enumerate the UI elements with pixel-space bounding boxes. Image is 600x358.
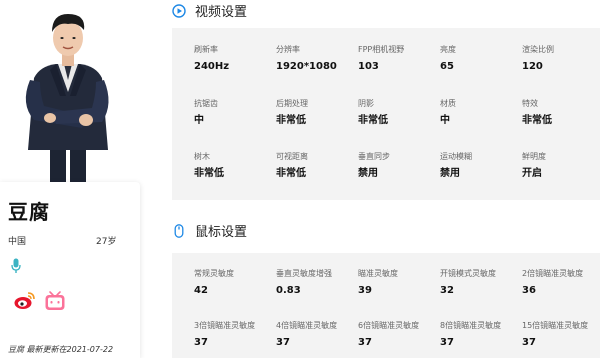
setting-value: 非常低 <box>276 168 306 179</box>
player-name: 豆腐 <box>8 200 50 224</box>
setting-label: 抗锯齿 <box>194 99 218 108</box>
setting-value: 37 <box>276 337 290 348</box>
setting-label: 8倍镜瞄准灵敏度 <box>440 321 502 330</box>
setting-label: 常规灵敏度 <box>194 269 234 278</box>
setting-label: 开镜模式灵敏度 <box>440 269 496 278</box>
player-age: 27岁 <box>96 237 117 247</box>
setting-value: 39 <box>358 285 372 296</box>
video-setting-item: 鲜明度 开启 <box>522 152 546 180</box>
mouse-setting-item: 2倍镜瞄准灵敏度 36 <box>522 269 583 297</box>
video-setting-item: 运动模糊 禁用 <box>440 152 472 180</box>
mouse-setting-item: 常规灵敏度 42 <box>194 269 234 297</box>
setting-value: 开启 <box>522 168 542 179</box>
setting-label: 6倍镜瞄准灵敏度 <box>358 321 420 330</box>
setting-label: 阴影 <box>358 99 374 108</box>
profile-card: 豆腐 中国 27岁 豆腐 最新更新在2021-07-22 <box>0 182 140 358</box>
video-setting-item: 分辨率 1920*1080 <box>276 45 337 73</box>
player-photo <box>0 0 140 186</box>
mouse-setting-item: 8倍镜瞄准灵敏度 37 <box>440 321 501 349</box>
video-setting-item: 渲染比例 120 <box>522 45 554 73</box>
setting-value: 1920*1080 <box>276 61 337 72</box>
bilibili-icon[interactable] <box>44 290 66 312</box>
mouse-setting-item: 瞄准灵敏度 39 <box>358 269 398 297</box>
setting-value: 非常低 <box>522 115 552 126</box>
setting-label: 15倍镜瞄准灵敏度 <box>522 321 589 330</box>
setting-value: 103 <box>358 61 379 72</box>
setting-label: 垂直同步 <box>358 152 390 161</box>
video-setting-item: 材质中 <box>440 99 456 127</box>
setting-value: 37 <box>358 337 372 348</box>
setting-value: 0.83 <box>276 285 301 296</box>
video-settings-title: 视频设置 <box>195 5 248 20</box>
video-setting-item: 垂直同步 禁用 <box>358 152 390 180</box>
setting-label: FPP相机视野 <box>358 45 405 54</box>
mouse-settings-title: 鼠标设置 <box>195 225 248 240</box>
setting-label: 渲染比例 <box>522 45 554 54</box>
setting-value: 32 <box>440 285 454 296</box>
mouse-setting-item: 开镜模式灵敏度 32 <box>440 269 496 297</box>
setting-label: 垂直灵敏度增强 <box>276 269 332 278</box>
setting-value: 非常低 <box>194 168 224 179</box>
mouse-setting-item: 15倍镜瞄准灵敏度 37 <box>522 321 588 349</box>
last-updated-text: 豆腐 最新更新在2021-07-22 <box>8 345 114 354</box>
video-setting-item: FPP相机视野 103 <box>358 45 404 73</box>
mouse-setting-item: 4倍镜瞄准灵敏度 37 <box>276 321 337 349</box>
setting-label: 后期处理 <box>276 99 308 108</box>
microphone-icon[interactable] <box>11 258 21 274</box>
video-setting-item: 阴影 非常低 <box>358 99 388 127</box>
setting-label: 可视距离 <box>276 152 308 161</box>
setting-value: 120 <box>522 61 543 72</box>
video-setting-item: 后期处理 非常低 <box>276 99 308 127</box>
setting-value: 中 <box>440 115 450 126</box>
video-setting-item: 特效 非常低 <box>522 99 552 127</box>
setting-label: 刷新率 <box>194 45 218 54</box>
setting-value: 禁用 <box>440 168 460 179</box>
setting-value: 240Hz <box>194 61 230 72</box>
setting-label: 分辨率 <box>276 45 300 54</box>
mouse-icon <box>172 223 186 238</box>
mouse-setting-item: 6倍镜瞄准灵敏度 37 <box>358 321 419 349</box>
setting-label: 3倍镜瞄准灵敏度 <box>194 321 256 330</box>
video-setting-item: 抗锯齿中 <box>194 99 218 127</box>
mouse-setting-item: 垂直灵敏度增强 0.83 <box>276 269 332 297</box>
setting-value: 37 <box>194 337 208 348</box>
play-circle-icon <box>172 3 186 18</box>
mouse-settings-panel: 常规灵敏度 42 垂直灵敏度增强 0.83 瞄准灵敏度 39 开镜模式灵敏度 32 2倍镜瞄准灵… <box>172 253 600 358</box>
setting-value: 非常低 <box>276 115 306 126</box>
setting-label: 亮度 <box>440 45 456 54</box>
setting-label: 运动模糊 <box>440 152 472 161</box>
video-setting-item: 亮度 65 <box>440 45 456 73</box>
setting-label: 2倍镜瞄准灵敏度 <box>522 269 584 278</box>
setting-value: 36 <box>522 285 536 296</box>
setting-value: 42 <box>194 285 208 296</box>
video-setting-item: 树木 非常低 <box>194 152 224 180</box>
setting-label: 鲜明度 <box>522 152 546 161</box>
weibo-icon[interactable] <box>14 290 36 312</box>
setting-label: 4倍镜瞄准灵敏度 <box>276 321 338 330</box>
video-setting-item: 可视距离 非常低 <box>276 152 308 180</box>
setting-value: 禁用 <box>358 168 378 179</box>
video-settings-panel: 刷新率 240Hz 分辨率 1920*1080 FPP相机视野 103 亮度 65 渲染比例 12… <box>172 28 600 200</box>
setting-value: 37 <box>440 337 454 348</box>
setting-value: 65 <box>440 61 454 72</box>
setting-value: 37 <box>522 337 536 348</box>
setting-label: 树木 <box>194 152 210 161</box>
player-country: 中国 <box>8 237 27 247</box>
setting-label: 材质 <box>440 99 456 108</box>
setting-value: 中 <box>194 115 204 126</box>
setting-value: 非常低 <box>358 115 388 126</box>
video-setting-item: 刷新率 240Hz <box>194 45 229 73</box>
setting-label: 特效 <box>522 99 538 108</box>
mouse-setting-item: 3倍镜瞄准灵敏度 37 <box>194 321 255 349</box>
setting-label: 瞄准灵敏度 <box>358 269 398 278</box>
